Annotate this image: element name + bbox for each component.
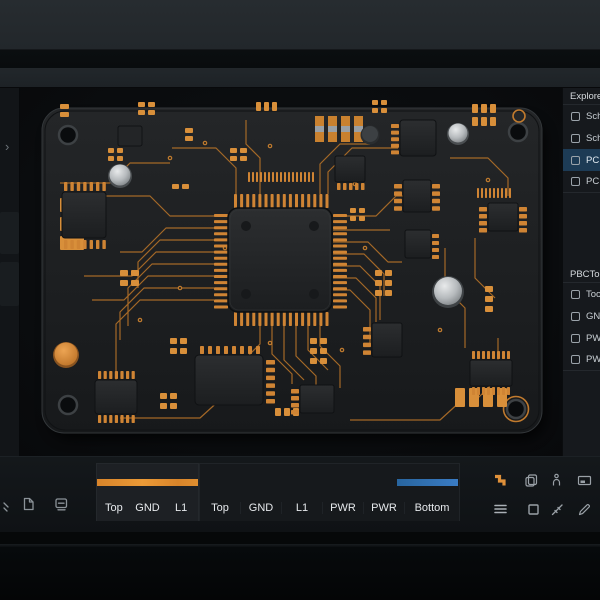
status-area	[0, 532, 600, 600]
new-document-icon[interactable]	[20, 496, 37, 513]
checkbox-icon[interactable]	[571, 311, 580, 321]
upper-toolbar	[0, 68, 600, 88]
header-comb	[477, 188, 511, 198]
panel-item-sch-1[interactable]: Sch	[563, 105, 600, 127]
panel-item-tool[interactable]: Too	[563, 283, 600, 305]
layer-tab-top[interactable]: Top	[97, 502, 131, 514]
rectangle-icon[interactable]	[525, 501, 542, 518]
panel-item-pwr-2[interactable]: PW	[563, 349, 600, 371]
left-tool-block[interactable]	[0, 262, 19, 306]
pcb-canvas[interactable]	[20, 88, 562, 456]
checkbox-icon[interactable]	[571, 155, 580, 165]
library-icon[interactable]	[53, 496, 70, 513]
panel-item-pwr-1[interactable]: PW	[563, 327, 600, 349]
board-icon[interactable]	[576, 472, 593, 489]
layer-tab-bottom[interactable]: Bottom	[404, 501, 459, 514]
layer-tab-gnd[interactable]: GND	[131, 502, 165, 514]
main-area: › Explore Sc Sc PC PC PBCTo Too GN PW PW	[0, 88, 600, 456]
layer-tab-bar: Top GND L1 Top GND L1 PWR PWR Bottom	[95, 463, 460, 521]
panel-item-pcb-2[interactable]: PC	[563, 171, 600, 193]
pcb-board-image	[41, 100, 546, 440]
panel-section-title: Explore	[563, 88, 600, 105]
qfp-chip	[214, 194, 347, 326]
panel-item-sch-2[interactable]: Sch	[563, 127, 600, 149]
layer-group-1: Top GND L1	[96, 463, 199, 521]
chevron-right-icon[interactable]: ›	[5, 140, 9, 153]
layers-icon[interactable]	[492, 501, 509, 518]
app-window: › Explore Sc Sc PC PC PBCTo Too GN PW PW…	[0, 0, 600, 600]
menu-bar	[0, 50, 600, 68]
title-bar	[0, 0, 600, 50]
bottom-toolbar: Top GND L1 Top GND L1 PWR PWR Bottom	[0, 456, 600, 532]
left-tool-block[interactable]	[0, 212, 19, 254]
layer-tab-l1[interactable]: L1	[281, 501, 322, 514]
pin-icon[interactable]	[548, 472, 565, 489]
checkbox-icon[interactable]	[571, 177, 580, 186]
checkbox-icon[interactable]	[571, 333, 580, 343]
panel-item-gnd[interactable]: GN	[563, 305, 600, 327]
active-layer-indicator-orange	[97, 479, 198, 486]
component-icon[interactable]	[523, 472, 540, 489]
layer-tab-pwr-2[interactable]: PWR	[363, 501, 404, 514]
checkbox-icon[interactable]	[571, 355, 580, 364]
header-comb	[248, 172, 314, 182]
layer-tab-top[interactable]: Top	[200, 502, 240, 514]
checkbox-icon[interactable]	[571, 133, 580, 143]
layer-group-2: Top GND L1 PWR PWR Bottom	[199, 463, 460, 521]
layer-tab-pwr-1[interactable]: PWR	[322, 501, 363, 514]
layer-tab-gnd[interactable]: GND	[240, 501, 281, 514]
panel-section-title: PBCToo	[563, 266, 600, 283]
pencil-icon[interactable]	[576, 501, 593, 518]
edge-tool-icon[interactable]	[0, 497, 11, 514]
checkbox-icon[interactable]	[571, 111, 580, 121]
left-sidebar: ›	[0, 88, 20, 456]
panel-item-pcb-1[interactable]: PC	[563, 149, 600, 171]
checkbox-icon[interactable]	[571, 289, 580, 299]
measure-icon[interactable]	[549, 501, 566, 518]
active-layer-indicator-blue	[397, 479, 458, 486]
right-panel: Explore Sch Sch PC PC PBCToo Too	[562, 88, 600, 456]
layer-tab-l1[interactable]: L1	[164, 502, 198, 514]
route-icon[interactable]	[492, 472, 509, 489]
